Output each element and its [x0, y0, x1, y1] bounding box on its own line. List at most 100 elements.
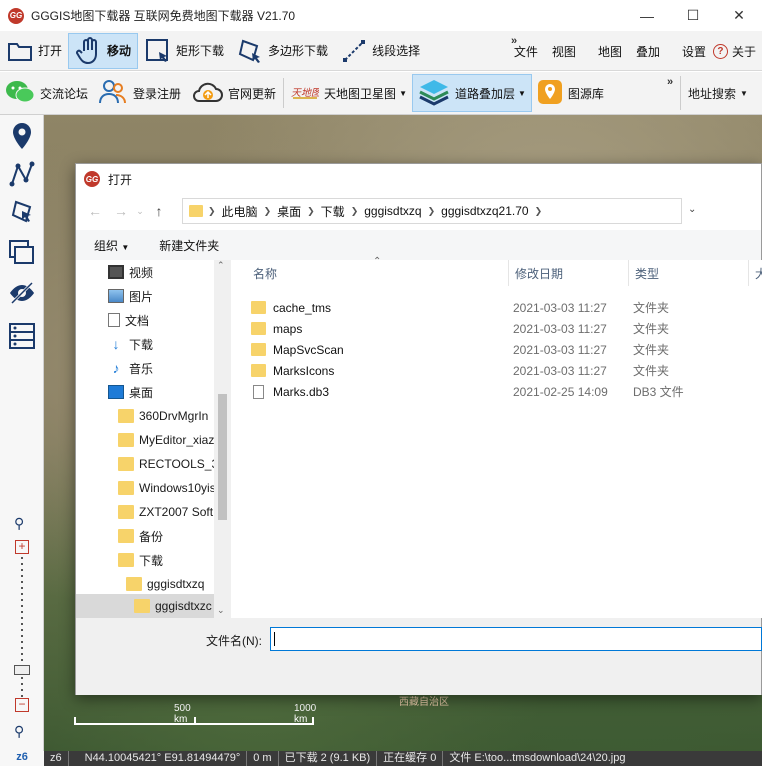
nav-folder-item[interactable]: 备份 [118, 524, 163, 548]
nav-folder-item[interactable]: gggisdtxzq [126, 572, 204, 596]
nav-folder-item[interactable]: 下载 [118, 548, 163, 572]
open-button[interactable]: 打开 [0, 33, 68, 69]
menu-map[interactable]: 地图 [591, 43, 629, 60]
close-button[interactable]: ✕ [716, 0, 762, 31]
zoom-slider-track[interactable] [21, 557, 23, 697]
zoom-out-button[interactable]: − [15, 698, 29, 712]
folder-icon [126, 577, 142, 591]
select-tool-icon[interactable] [6, 197, 38, 229]
cloud-upload-icon [191, 79, 224, 108]
polygon-download-button[interactable]: 多边形下载 [230, 33, 334, 69]
document-icon [108, 313, 120, 327]
file-name: maps [273, 321, 303, 336]
file-row[interactable]: Marks.db3 2021-02-25 14:09 DB3 文件 [251, 381, 731, 402]
maximize-button[interactable]: ☐ [670, 0, 716, 31]
column-header-type[interactable]: 类型 [629, 260, 749, 286]
source-library-button[interactable]: 图源库 [532, 74, 609, 112]
scroll-up-icon[interactable]: ⌃ [217, 260, 225, 271]
polyline-tool-icon[interactable] [6, 158, 38, 190]
desktop-icon [108, 385, 124, 399]
address-row: ← → ⌄ ↑ ❯ 此电脑 ❯ 桌面 ❯ 下载 ❯ gggisdtxzq ❯ g… [76, 196, 761, 226]
nav-folder-item[interactable]: 360DrvMgrIn [118, 404, 208, 428]
zoom-slider-handle[interactable] [14, 665, 30, 675]
update-button[interactable]: 官网更新 [186, 74, 281, 112]
chevron-right-icon: ❯ [263, 205, 272, 216]
nav-folder-item[interactable]: ZXT2007 Soft [118, 500, 213, 524]
forum-button[interactable]: 交流论坛 [0, 74, 93, 112]
file-row[interactable]: maps 2021-03-03 11:27 文件夹 [251, 318, 731, 339]
source-library-label: 图源库 [567, 86, 604, 101]
nav-item-label: 下载 [139, 553, 164, 568]
breadcrumb-this-pc[interactable]: 此电脑 [216, 203, 264, 220]
address-search-dropdown[interactable]: 地址搜索 ▼ [680, 76, 748, 110]
nav-item-documents[interactable]: 文档 [108, 308, 149, 332]
tianditu-logo-icon: 天地图 [291, 84, 323, 103]
scroll-down-icon[interactable]: ⌄ [217, 605, 225, 616]
nav-folder-item[interactable]: RECTOOLS_30 [118, 452, 225, 476]
tianditu-dropdown[interactable]: 天地图 天地图卫星图 ▼ [286, 74, 412, 112]
folder-icon [118, 409, 134, 423]
zoom-reset-icon[interactable]: ⚲ [14, 723, 24, 740]
layers-tool-icon[interactable] [6, 237, 38, 269]
nav-folder-item[interactable]: MyEditor_xiaz [118, 428, 214, 452]
zoom-search-icon[interactable]: ⚲ [14, 515, 24, 532]
nav-item-desktop[interactable]: 桌面 [108, 380, 153, 404]
back-arrow-icon[interactable]: ← [82, 203, 108, 219]
filename-input[interactable] [270, 627, 762, 651]
column-header-name[interactable]: 名称 [247, 260, 509, 286]
road-overlay-dropdown[interactable]: 道路叠加层 ▼ [411, 74, 532, 112]
nav-item-label: 图片 [129, 289, 154, 304]
minimize-button[interactable]: — [624, 0, 670, 31]
tianditu-label: 天地图卫星图 [324, 86, 397, 101]
status-bar: z6 N44.10045421° E91.81494479° 0 m 已下载 2… [44, 751, 762, 766]
file-date: 2021-03-03 11:27 [513, 363, 607, 378]
dropdown-arrow-icon: ▼ [518, 88, 526, 98]
nav-folder-item-selected[interactable]: gggisdtxzc [76, 594, 214, 618]
scrollbar-thumb[interactable] [218, 394, 227, 520]
new-folder-button[interactable]: 新建文件夹 [141, 237, 231, 254]
move-button[interactable]: 移动 [68, 32, 139, 69]
toolbar2-overflow-icon[interactable]: » [667, 76, 673, 88]
hide-icon[interactable] [6, 277, 38, 309]
list-tool-icon[interactable] [6, 320, 38, 352]
file-row[interactable]: MarksIcons 2021-03-03 11:27 文件夹 [251, 360, 731, 381]
chevron-right-icon: ❯ [350, 205, 359, 216]
forward-arrow-icon[interactable]: → [108, 203, 134, 219]
breadcrumb-version-folder[interactable]: gggisdtxzq21.70 [435, 204, 534, 218]
breadcrumb-gggisdtxzq[interactable]: gggisdtxzq [358, 204, 427, 218]
menu-settings[interactable]: 设置 [675, 43, 713, 60]
nav-folder-item[interactable]: Windows10yis [118, 476, 216, 500]
organize-label: 组织 [94, 238, 119, 253]
up-arrow-icon[interactable]: ↑ [146, 203, 172, 219]
breadcrumb-downloads[interactable]: 下载 [315, 203, 351, 220]
login-button[interactable]: 登录注册 [93, 74, 186, 112]
menu-view[interactable]: 视图 [545, 43, 583, 60]
chevron-right-icon: ❯ [427, 205, 436, 216]
column-header-date[interactable]: 修改日期 [509, 260, 629, 286]
nav-item-pictures[interactable]: 图片 [108, 284, 153, 308]
line-select-button[interactable]: 线段选择 [334, 33, 426, 69]
recent-dropdown-icon[interactable]: ⌄ [134, 206, 146, 217]
nav-item-label: RECTOOLS_30 [139, 457, 225, 471]
breadcrumb-desktop[interactable]: 桌面 [271, 203, 307, 220]
file-row[interactable]: cache_tms 2021-03-03 11:27 文件夹 [251, 297, 731, 318]
music-icon: ♪ [112, 360, 120, 376]
menu-overlay[interactable]: 叠加 [629, 43, 667, 60]
line-select-label: 线段选择 [372, 44, 421, 58]
nav-pane-scrollbar[interactable]: ⌃ ⌄ [214, 260, 231, 618]
marker-tool-icon[interactable] [6, 120, 38, 152]
menu-about[interactable]: ? 关于 [712, 43, 762, 60]
folder-icon [118, 457, 134, 471]
nav-item-music[interactable]: ♪ 音乐 [108, 356, 154, 380]
toolbar-divider [283, 78, 285, 108]
address-dropdown-icon[interactable]: ⌄ [688, 204, 696, 215]
file-row[interactable]: MapSvcScan 2021-03-03 11:27 文件夹 [251, 339, 731, 360]
column-header-size[interactable]: 大 [749, 260, 762, 286]
rect-download-button[interactable]: 矩形下载 [138, 33, 230, 69]
nav-item-downloads[interactable]: ↓ 下载 [108, 332, 154, 356]
organize-button[interactable]: 组织 ▼ [76, 237, 141, 254]
menu-file[interactable]: 文件 [507, 43, 545, 60]
nav-item-video[interactable]: 视频 [108, 260, 153, 284]
zoom-in-button[interactable]: + [15, 540, 29, 554]
address-bar[interactable]: ❯ 此电脑 ❯ 桌面 ❯ 下载 ❯ gggisdtxzq ❯ gggisdtxz… [182, 198, 682, 224]
